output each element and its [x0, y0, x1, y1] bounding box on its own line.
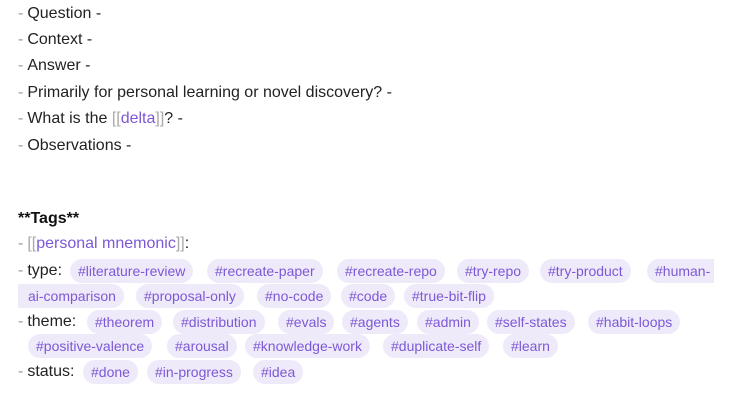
- tag-knowledge-work[interactable]: #knowledge-work: [245, 334, 370, 358]
- bullet-dash: -: [18, 5, 24, 22]
- tag-recreate-paper[interactable]: #recreate-paper: [207, 259, 323, 283]
- status-label: status:: [27, 363, 75, 380]
- tag-try-repo[interactable]: #try-repo: [457, 259, 530, 283]
- theme-label: theme:: [27, 313, 77, 330]
- line-text: Primarily for personal learning or novel…: [27, 84, 392, 101]
- tag-no-code[interactable]: #no-code: [257, 284, 332, 308]
- colon: :: [184, 235, 190, 252]
- line-purpose: - Primarily for personal learning or nove…: [18, 83, 392, 103]
- bullet-dash: -: [18, 110, 24, 127]
- tag-idea[interactable]: #idea: [253, 360, 304, 384]
- bullet-dash: -: [18, 84, 24, 101]
- line-context: - Context -: [18, 30, 92, 50]
- line-text: Observations -: [27, 137, 132, 154]
- tag-try-product[interactable]: #try-product: [540, 259, 631, 283]
- tag-literature-review[interactable]: #literature-review: [70, 259, 194, 283]
- line-type: - type:: [18, 261, 62, 281]
- personal-mnemonic-link[interactable]: personal mnemonic: [36, 235, 176, 252]
- bullet-dash: -: [18, 31, 24, 48]
- tag-human-ai-comparison[interactable]: #human-: [647, 259, 714, 283]
- tag-recreate-repo[interactable]: #recreate-repo: [337, 259, 445, 283]
- tag-positive-valence[interactable]: #positive-valence: [28, 334, 153, 358]
- tag-distribution[interactable]: #distribution: [173, 310, 265, 334]
- line-answer: - Answer -: [18, 56, 90, 76]
- line-text: Context -: [27, 31, 93, 48]
- tag-duplicate-self[interactable]: #duplicate-self: [383, 334, 490, 358]
- tag-in-progress[interactable]: #in-progress: [147, 360, 241, 384]
- tag-evals[interactable]: #evals: [278, 310, 335, 334]
- bullet-dash: -: [18, 313, 24, 330]
- tag-habit-loops[interactable]: #habit-loops: [588, 310, 681, 334]
- tag-admin[interactable]: #admin: [417, 310, 479, 334]
- link-close-brackets: ]]: [155, 110, 165, 127]
- line-mnemonic: - [[personal mnemonic]]:: [18, 234, 189, 254]
- tags-heading: **Tags**: [18, 210, 80, 227]
- line-status: - status:: [18, 362, 74, 382]
- line-text: What is the: [27, 110, 112, 127]
- tag-done[interactable]: #done: [83, 360, 138, 384]
- tag-true-bit-flip[interactable]: #true-bit-flip: [404, 284, 494, 308]
- line-observations: - Observations -: [18, 136, 131, 156]
- line-text: Answer -: [27, 57, 91, 74]
- bullet-dash: -: [18, 137, 24, 154]
- bullet-dash: -: [18, 235, 24, 252]
- bullet-dash: -: [18, 363, 24, 380]
- line-question: - Question -: [18, 4, 101, 24]
- link-open-brackets: [[: [27, 235, 37, 252]
- tag-proposal-only[interactable]: #proposal-only: [136, 284, 244, 308]
- tag-agents[interactable]: #agents: [342, 310, 408, 334]
- line-text-after: ? -: [164, 110, 183, 127]
- tag-self-states[interactable]: #self-states: [487, 310, 575, 334]
- tag-theorem[interactable]: #theorem: [87, 310, 163, 334]
- link-open-brackets: [[: [111, 110, 121, 127]
- delta-link[interactable]: delta: [121, 110, 156, 127]
- bullet-dash: -: [18, 262, 24, 279]
- type-label: type:: [27, 262, 63, 279]
- tag-code[interactable]: #code: [341, 284, 396, 308]
- tag-arousal[interactable]: #arousal: [167, 334, 237, 358]
- tag-human-ai-comparison-continued[interactable]: ai-comparison: [18, 284, 124, 308]
- line-text: Question -: [27, 5, 102, 22]
- line-theme: - theme:: [18, 312, 76, 332]
- link-close-brackets: ]]: [175, 235, 185, 252]
- line-delta: - What is the [[delta]]? -: [18, 109, 183, 129]
- tag-learn[interactable]: #learn: [503, 334, 558, 358]
- bullet-dash: -: [18, 57, 24, 74]
